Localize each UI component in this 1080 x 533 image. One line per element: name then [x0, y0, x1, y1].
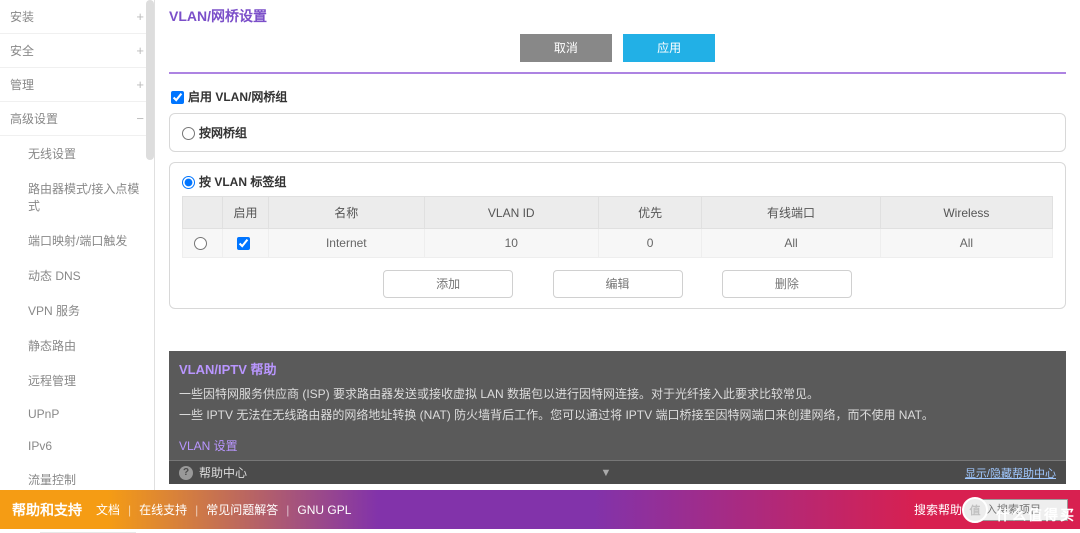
col-vlan-id: VLAN ID	[424, 197, 598, 229]
watermark-slogan: 什么值得买	[996, 505, 1076, 525]
footer-link-faq[interactable]: 常见问题解答	[202, 501, 282, 518]
help-text-1: 一些因特网服务供应商 (ISP) 要求路由器发送或接收虚拟 LAN 数据包以进行…	[179, 384, 1056, 406]
col-wired: 有线端口	[702, 197, 880, 229]
radio-by-vlan-tag[interactable]	[182, 176, 195, 189]
cancel-button[interactable]: 取消	[520, 34, 612, 62]
sidebar-link-router-mode[interactable]: 路由器模式/接入点模式	[20, 171, 154, 223]
col-select	[183, 197, 223, 229]
cell-priority: 0	[598, 229, 701, 258]
footer-title: 帮助和支持	[12, 500, 82, 520]
enable-vlan-bridge-checkbox[interactable]	[171, 91, 184, 104]
toggle-help-link[interactable]: 显示/隐藏帮助中心	[965, 465, 1056, 481]
expand-icon: +	[136, 43, 144, 58]
sidebar-link-ddns[interactable]: 动态 DNS	[20, 258, 154, 293]
help-title: VLAN/IPTV 帮助	[169, 351, 1066, 384]
col-name: 名称	[269, 197, 425, 229]
sidebar-link-port-forward[interactable]: 端口映射/端口触发	[20, 223, 154, 258]
help-link-vlan-settings[interactable]: VLAN 设置	[169, 433, 248, 460]
add-button[interactable]: 添加	[383, 270, 513, 298]
col-wireless: Wireless	[880, 197, 1052, 229]
vlan-table: 启用 名称 VLAN ID 优先 有线端口 Wireless Internet …	[182, 196, 1053, 258]
delete-button[interactable]: 删除	[722, 270, 852, 298]
help-panel: VLAN/IPTV 帮助 一些因特网服务供应商 (ISP) 要求路由器发送或接收…	[169, 351, 1066, 484]
watermark-avatar: 值	[962, 497, 988, 523]
footer-link-docs[interactable]: 文档	[92, 501, 124, 518]
option-vlan-tag-group[interactable]: 按 VLAN 标签组 启用 名称 VLAN ID 优先 有线端口 Wireles…	[169, 162, 1066, 309]
sidebar-item-admin[interactable]: 管理+	[0, 68, 154, 102]
enable-vlan-bridge-label[interactable]: 启用 VLAN/网桥组	[171, 90, 287, 104]
sidebar-link-upnp[interactable]: UPnP	[20, 398, 154, 430]
divider	[169, 72, 1066, 74]
footer-link-gpl[interactable]: GNU GPL	[293, 503, 355, 517]
scrollbar[interactable]	[146, 0, 154, 160]
col-enable: 启用	[223, 197, 269, 229]
footer-link-support[interactable]: 在线支持	[135, 501, 191, 518]
sidebar-item-security[interactable]: 安全+	[0, 34, 154, 68]
apply-button[interactable]: 应用	[623, 34, 715, 62]
sidebar-link-static-route[interactable]: 静态路由	[20, 328, 154, 363]
main-content: VLAN/网桥设置 取消 应用 启用 VLAN/网桥组 按网桥组 按 VLAN …	[155, 0, 1080, 490]
radio-by-bridge[interactable]	[182, 127, 195, 140]
sidebar-item-advanced[interactable]: 高级设置−	[0, 102, 154, 136]
help-center-label[interactable]: 帮助中心	[199, 464, 247, 481]
cell-wired: All	[702, 229, 880, 258]
cell-wireless: All	[880, 229, 1052, 258]
sidebar-link-ipv6[interactable]: IPv6	[20, 430, 154, 462]
table-row[interactable]: Internet 10 0 All All	[183, 229, 1053, 258]
cell-vlan-id: 10	[424, 229, 598, 258]
help-text-2: 一些 IPTV 无法在无线路由器的网络地址转换 (NAT) 防火墙背后工作。您可…	[179, 405, 1056, 427]
option-bridge-group[interactable]: 按网桥组	[169, 113, 1066, 152]
question-icon: ?	[179, 466, 193, 480]
expand-icon: +	[136, 9, 144, 24]
sidebar-item-install[interactable]: 安装+	[0, 0, 154, 34]
sidebar-link-remote-mgmt[interactable]: 远程管理	[20, 363, 154, 398]
row-enable-checkbox[interactable]	[237, 237, 250, 250]
page-title: VLAN/网桥设置	[169, 6, 1066, 26]
cell-name: Internet	[269, 229, 425, 258]
footer-bar: 帮助和支持 文档| 在线支持| 常见问题解答| GNU GPL 搜索帮助	[0, 490, 1080, 529]
sidebar: 安装+ 安全+ 管理+ 高级设置− 无线设置 路由器模式/接入点模式 端口映射/…	[0, 0, 155, 490]
row-select-radio[interactable]	[194, 237, 207, 250]
edit-button[interactable]: 编辑	[553, 270, 683, 298]
chevron-down-icon[interactable]: ▼	[601, 467, 612, 479]
search-help-label: 搜索帮助	[914, 501, 962, 518]
collapse-icon: −	[136, 111, 144, 126]
expand-icon: +	[136, 77, 144, 92]
sidebar-link-vpn[interactable]: VPN 服务	[20, 293, 154, 328]
sidebar-link-wireless[interactable]: 无线设置	[20, 136, 154, 171]
col-priority: 优先	[598, 197, 701, 229]
